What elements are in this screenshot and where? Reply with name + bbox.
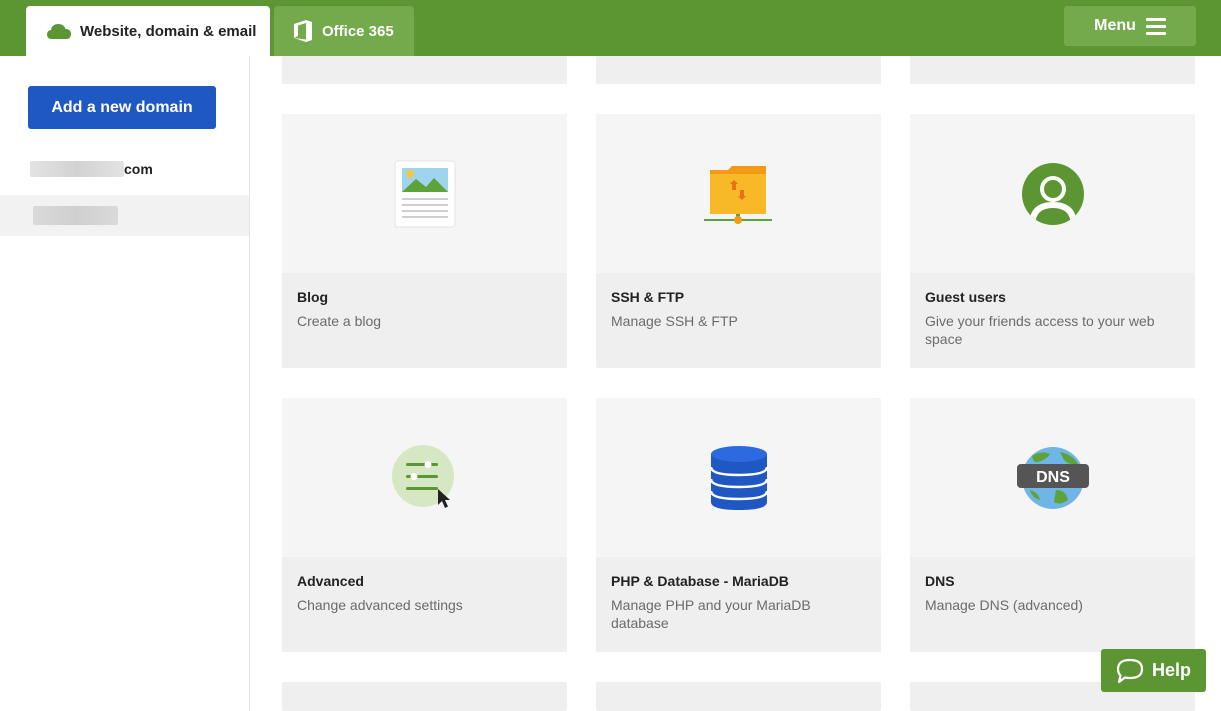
card-icon-area	[596, 398, 881, 557]
card-title: PHP & Database - MariaDB	[611, 573, 789, 589]
card-title: SSH & FTP	[611, 289, 685, 305]
top-navigation-bar: Website, domain & email Office 365 Menu	[0, 0, 1221, 56]
tab-website-domain-email-label: Website, domain & email	[80, 22, 257, 40]
help-button[interactable]: Help	[1101, 649, 1206, 692]
redacted-domain-name	[30, 161, 124, 177]
advanced-settings-icon	[391, 444, 454, 508]
card-advanced[interactable]: Advanced Change advanced settings	[282, 398, 567, 652]
card-title: Blog	[297, 289, 329, 305]
cloud-icon	[46, 22, 72, 40]
menu-button-label: Menu	[1094, 17, 1136, 34]
tab-office-365[interactable]: Office 365	[274, 6, 414, 56]
card-description: Manage PHP and your MariaDB database	[611, 597, 811, 631]
card-guest-users[interactable]: Guest users Give your friends access to …	[910, 114, 1195, 368]
card-icon-area: DNS	[910, 398, 1195, 557]
card-partial-top[interactable]	[596, 56, 881, 84]
card-php-database[interactable]: PHP & Database - MariaDB Manage PHP and …	[596, 398, 881, 652]
hamburger-icon	[1145, 17, 1166, 35]
card-blog[interactable]: Blog Create a blog	[282, 114, 567, 368]
card-description: Give your friends access to your web spa…	[925, 313, 1155, 347]
dns-globe-icon: DNS	[1016, 446, 1089, 509]
sidebar-domain-item[interactable]: com	[0, 154, 249, 184]
chat-bubble-icon	[1116, 658, 1144, 684]
database-icon	[709, 445, 768, 510]
card-ssh-ftp[interactable]: SSH & FTP Manage SSH & FTP	[596, 114, 881, 368]
card-partial-top[interactable]	[282, 56, 567, 84]
card-partial-top[interactable]	[910, 56, 1195, 84]
add-new-domain-button[interactable]: Add a new domain	[28, 86, 216, 129]
card-description: Change advanced settings	[297, 597, 463, 613]
card-title: DNS	[925, 573, 955, 589]
menu-button[interactable]: Menu	[1064, 6, 1196, 46]
redacted-domain-name	[33, 206, 118, 225]
tab-website-domain-email[interactable]: Website, domain & email	[26, 6, 270, 56]
sidebar: Add a new domain com	[0, 56, 250, 711]
domain-suffix: com	[124, 161, 153, 177]
card-title: Advanced	[297, 573, 364, 589]
guest-user-icon	[1021, 162, 1084, 225]
card-description: Create a blog	[297, 313, 382, 329]
help-button-label: Help	[1151, 660, 1191, 680]
sidebar-domain-item-selected[interactable]	[0, 195, 249, 236]
card-dns[interactable]: DNS DNS Manage DNS (advanced)	[910, 398, 1195, 652]
card-icon-area	[910, 114, 1195, 273]
card-partial-bottom[interactable]	[282, 682, 567, 711]
card-icon-area	[596, 114, 881, 273]
tab-office-365-label: Office 365	[322, 22, 394, 40]
card-description: Manage DNS (advanced)	[925, 597, 1083, 613]
blog-document-icon	[394, 160, 455, 227]
card-icon-area	[282, 398, 567, 557]
dns-badge-text: DNS	[1036, 469, 1070, 486]
card-title: Guest users	[925, 289, 1006, 305]
office-icon	[292, 19, 314, 43]
ftp-folder-icon	[703, 165, 772, 224]
card-partial-bottom[interactable]	[596, 682, 881, 711]
card-icon-area	[282, 114, 567, 273]
card-description: Manage SSH & FTP	[611, 313, 738, 329]
